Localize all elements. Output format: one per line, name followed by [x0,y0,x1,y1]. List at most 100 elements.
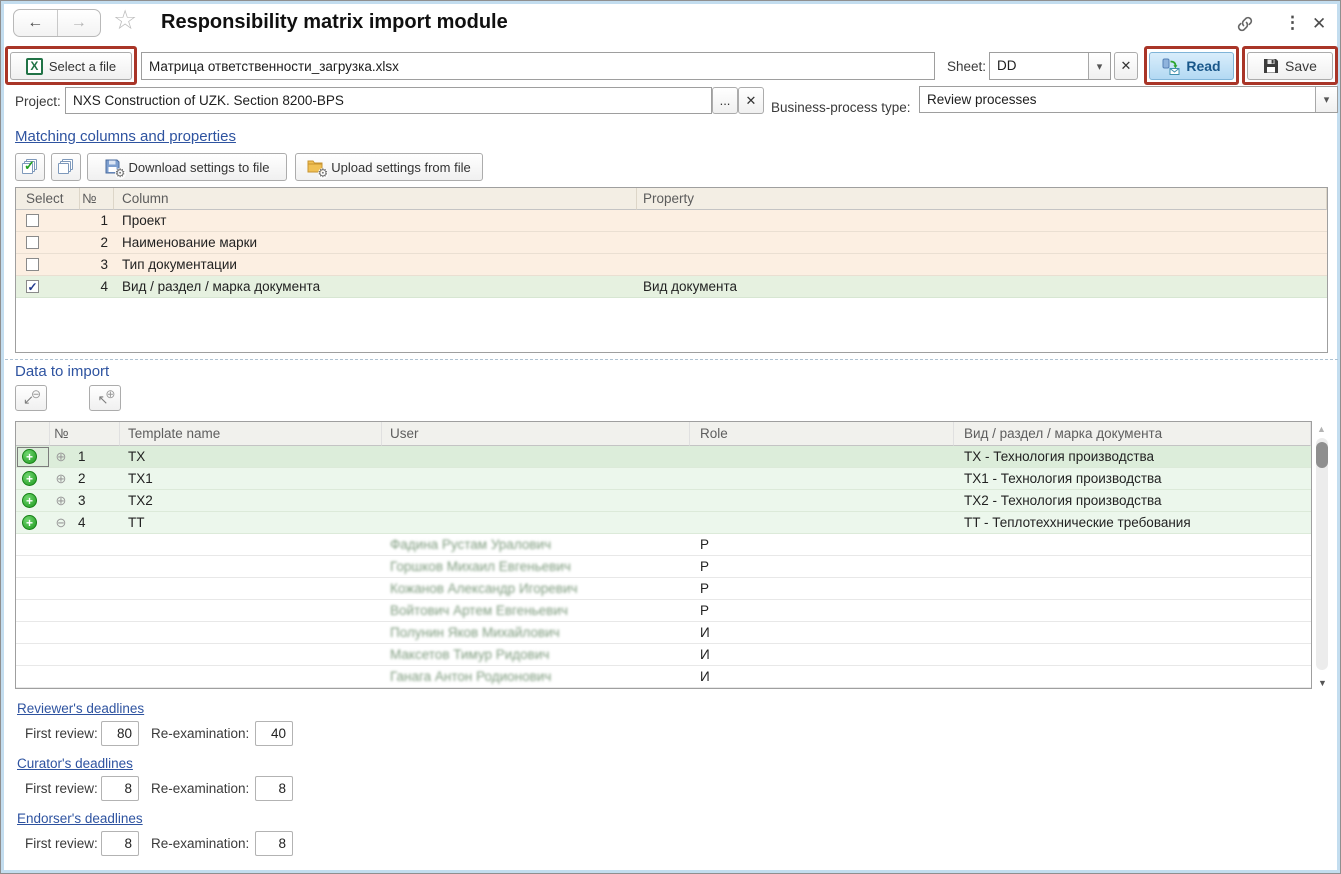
re-examination-input[interactable] [255,831,293,856]
column-cell[interactable]: Тип документации [114,254,637,276]
chevron-down-icon[interactable]: ▾ [1088,53,1110,79]
template-cell[interactable]: TX [120,446,382,468]
reviewers-deadlines-heading[interactable]: Reviewer's deadlines [17,701,144,716]
table-row[interactable]: 2 Наименование марки [16,232,1327,254]
expand-node-icon[interactable]: ⊕ [54,468,68,489]
re-examination-input[interactable] [255,776,293,801]
forward-arrow-icon[interactable]: → [58,10,101,36]
sheet-combo[interactable]: DD ▾ [989,52,1111,80]
doc-cell[interactable]: TX1 - Технология производства [954,468,1311,490]
back-arrow-icon[interactable]: ← [14,10,58,36]
group-row[interactable]: + ⊕ 3 TX2 TX2 - Технология производства [16,490,1311,512]
read-button[interactable]: Read [1149,52,1234,80]
user-row[interactable]: Горшков Михаил Евгеньевич Р [16,556,1311,578]
user-row[interactable]: Максетов Тимур Ридович И [16,644,1311,666]
row-checkbox[interactable] [26,214,39,227]
first-review-input[interactable] [101,721,139,746]
add-row-icon[interactable]: + [22,471,37,486]
role-cell[interactable]: И [690,644,954,666]
col-header-property[interactable]: Property [637,188,1327,210]
chevron-down-icon[interactable]: ▾ [1315,87,1337,112]
scrollbar-thumb[interactable] [1316,442,1328,468]
col-header-num[interactable]: № [80,188,114,210]
collapse-node-icon[interactable]: ⊖ [54,512,68,533]
property-cell[interactable] [637,210,1327,232]
curators-deadlines-heading[interactable]: Curator's deadlines [17,756,133,771]
role-cell[interactable]: Р [690,556,954,578]
expand-node-icon[interactable]: ⊕ [54,446,68,467]
user-row[interactable]: Полунин Яков Михайлович И [16,622,1311,644]
add-row-icon[interactable]: + [22,493,37,508]
first-review-input[interactable] [101,776,139,801]
uncheck-all-button[interactable] [51,153,81,181]
role-cell[interactable]: Р [690,600,954,622]
link-icon[interactable] [1235,14,1255,39]
template-cell[interactable]: TT [120,512,382,534]
template-cell[interactable]: TX2 [120,490,382,512]
column-cell[interactable]: Проект [114,210,637,232]
template-cell[interactable]: TX1 [120,468,382,490]
row-number: 3 [78,490,86,511]
select-file-button[interactable]: X Select a file [10,52,132,80]
save-button[interactable]: Save [1247,52,1333,80]
download-settings-button[interactable]: ⚙ Download settings to file [87,153,287,181]
row-checkbox[interactable] [26,236,39,249]
project-ellipsis-button[interactable]: ... [712,87,738,114]
user-row[interactable]: Войтович Артем Евгеньевич Р [16,600,1311,622]
vertical-scrollbar[interactable]: ▲ ▼ [1313,422,1333,688]
col-header-doc[interactable]: Вид / раздел / марка документа [954,422,1311,446]
project-input[interactable] [65,87,712,114]
col-header-select[interactable]: Select [16,188,80,210]
group-row[interactable]: + ⊕2 TX1 TX1 - Технология производства [16,468,1311,490]
group-row[interactable]: + ⊖4 TT TT - Теплотеххнические требовани… [16,512,1311,534]
scroll-down-icon[interactable]: ▼ [1318,678,1327,688]
role-cell[interactable]: И [690,666,954,688]
property-cell[interactable] [637,232,1327,254]
role-cell[interactable]: Р [690,534,954,556]
endorsers-deadlines-heading[interactable]: Endorser's deadlines [17,811,143,826]
project-clear-button[interactable]: ✕ [738,87,764,114]
property-cell[interactable] [637,254,1327,276]
expand-node-icon[interactable]: ⊕ [54,490,68,511]
table-row[interactable]: 1 Проект [16,210,1327,232]
doc-cell[interactable]: TX2 - Технология производства [954,490,1311,512]
property-cell[interactable]: Вид документа [637,276,1327,298]
col-header-num[interactable]: № [50,422,120,446]
col-header-user[interactable]: User [382,422,690,446]
upload-settings-button[interactable]: ⚙ Upload settings from file [295,153,483,181]
row-checkbox-checked[interactable]: ✓ [26,280,39,293]
expand-all-button[interactable]: ⊕ ↖ [89,385,121,411]
favorite-star-icon[interactable]: ☆ [113,5,137,36]
check-all-button[interactable]: ✓ [15,153,45,181]
collapse-all-button[interactable]: ⊖ ↙ [15,385,47,411]
scrollbar-track[interactable] [1316,438,1328,670]
column-cell[interactable]: Наименование марки [114,232,637,254]
doc-cell[interactable]: TT - Теплотеххнические требования [954,512,1311,534]
role-cell[interactable]: И [690,622,954,644]
row-checkbox[interactable] [26,258,39,271]
table-row[interactable]: 3 Тип документации [16,254,1327,276]
role-cell[interactable]: Р [690,578,954,600]
group-row[interactable]: + ⊕1 TX TX - Технология производства [16,446,1311,468]
sheet-clear-button[interactable]: ✕ [1114,52,1138,80]
column-cell[interactable]: Вид / раздел / марка документа [114,276,637,298]
col-header-role[interactable]: Role [690,422,954,446]
user-row[interactable]: Кожанов Александр Игоревич Р [16,578,1311,600]
doc-cell[interactable]: TX - Технология производства [954,446,1311,468]
first-review-input[interactable] [101,831,139,856]
scroll-up-icon[interactable]: ▲ [1317,424,1326,434]
re-examination-input[interactable] [255,721,293,746]
user-row[interactable]: Фадина Рустам Уралович Р [16,534,1311,556]
col-header-column[interactable]: Column [114,188,637,210]
add-row-icon[interactable]: + [22,515,37,530]
user-row[interactable]: Ганага Антон Родионович И [16,666,1311,688]
filename-input[interactable] [141,52,935,80]
bp-type-combo[interactable]: Review processes ▾ [919,86,1338,113]
section-splitter[interactable] [5,359,1338,360]
matching-section-heading[interactable]: Matching columns and properties [15,128,236,145]
table-row[interactable]: ✓ 4 Вид / раздел / марка документа Вид д… [16,276,1327,298]
more-vertical-icon[interactable]: ⋮ [1284,13,1301,33]
add-row-icon[interactable]: + [22,449,37,464]
col-header-template[interactable]: Template name [120,422,382,446]
close-icon[interactable]: ✕ [1312,14,1326,34]
